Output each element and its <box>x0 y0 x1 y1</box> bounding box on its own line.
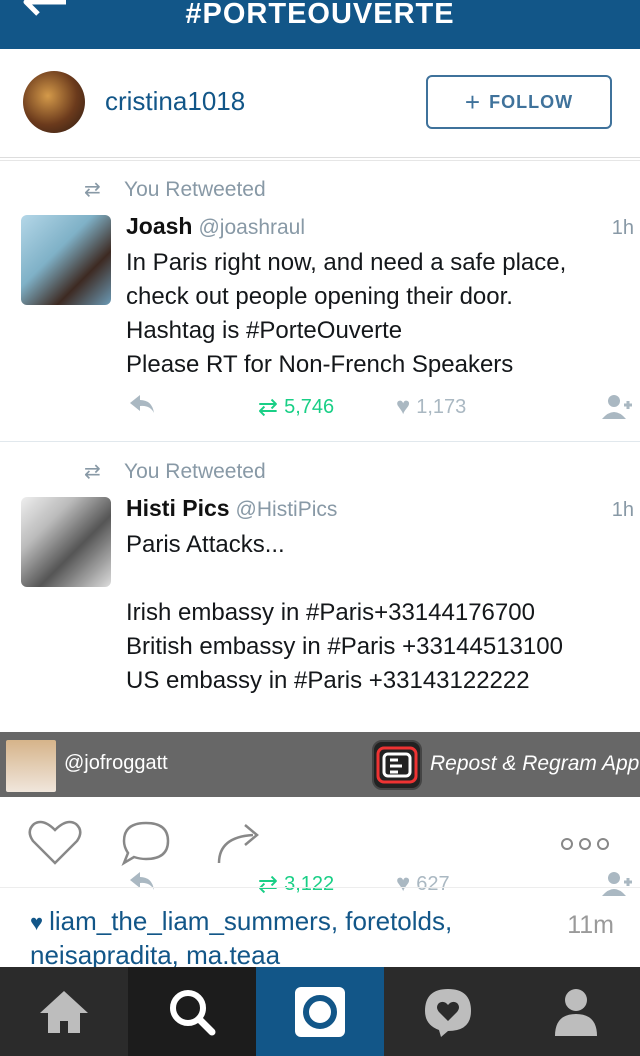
likers: liam_the_liam_summers, foretolds, neisap… <box>30 906 453 970</box>
post-image[interactable]: ⇄ You Retweeted Joash @joashraul 1h In Par… <box>0 160 640 898</box>
original-poster-avatar <box>6 740 56 792</box>
tab-search[interactable] <box>128 967 256 1056</box>
post-header: cristina1018 + FOLLOW <box>0 49 640 158</box>
retweet-icon: ⇄ <box>84 179 101 201</box>
search-icon <box>170 989 216 1035</box>
tab-activity[interactable] <box>384 967 512 1056</box>
plus-icon: + <box>464 86 482 117</box>
bottom-tab-bar <box>0 967 640 1056</box>
retweet-indicator: ⇄ You Retweeted <box>84 460 266 483</box>
page-title: #PORTEOUVERTE <box>185 0 455 30</box>
tweet-text: In Paris right now, and need a safe plac… <box>126 249 567 378</box>
post-time: 11m <box>567 911 614 939</box>
tweet-handle: @joashraul <box>198 216 306 239</box>
retweet-indicator: ⇄ You Retweeted <box>84 178 266 201</box>
repost-app-name: Repost & Regram App <box>430 752 640 775</box>
tweet-text: Paris Attacks... Irish embassy in #Paris… <box>126 531 563 694</box>
home-icon <box>40 990 88 1033</box>
profile-icon <box>555 988 597 1036</box>
tweet-author: Joash @joashraul <box>126 213 306 239</box>
heart-icon: ♥ <box>30 910 44 935</box>
retweet-icon: ⇄ <box>84 461 101 483</box>
original-poster-username: @jofroggatt <box>64 752 168 774</box>
reply-icon <box>128 393 156 415</box>
activity-heart-icon <box>425 988 471 1037</box>
tweet-author: Histi Pics @HistiPics <box>126 495 338 521</box>
tab-camera[interactable] <box>256 967 384 1056</box>
retweet-count: ⇄ 5,746 <box>258 394 335 421</box>
tab-profile[interactable] <box>512 967 640 1056</box>
tweet-avatar <box>21 497 111 587</box>
user-avatar[interactable] <box>23 71 85 133</box>
tweet-handle: @HistiPics <box>235 498 338 521</box>
tweet-time: 1h <box>611 499 634 521</box>
camera-icon <box>295 986 345 1037</box>
follow-label: FOLLOW <box>489 91 574 112</box>
likes-list[interactable]: ♥ liam_the_liam_summers, foretolds, neisa… <box>30 905 530 971</box>
repost-app-icon <box>372 740 422 790</box>
username[interactable]: cristina1018 <box>105 86 245 117</box>
more-options-icon[interactable] <box>560 837 610 851</box>
follow-person-icon <box>602 393 636 419</box>
like-heart-icon[interactable] <box>28 819 82 865</box>
repost-banner[interactable]: @jofroggatt Repost & Regram App <box>0 732 640 797</box>
retweet-icon: ⇄ <box>258 394 279 421</box>
share-icon[interactable] <box>215 821 263 865</box>
tweet-time: 1h <box>611 217 634 239</box>
post-action-bar <box>0 797 640 888</box>
tweet-divider <box>0 441 640 442</box>
top-bar: #PORTEOUVERTE <box>0 0 640 49</box>
tweet-avatar <box>21 215 111 305</box>
tab-home[interactable] <box>0 967 128 1056</box>
comment-icon[interactable] <box>120 819 172 867</box>
tweet-actions: ⇄ 5,746 ♥ 1,173 <box>0 393 640 423</box>
follow-button[interactable]: + FOLLOW <box>426 75 612 129</box>
heart-icon: ♥ <box>396 393 411 420</box>
like-count: ♥ 1,173 <box>396 393 467 420</box>
